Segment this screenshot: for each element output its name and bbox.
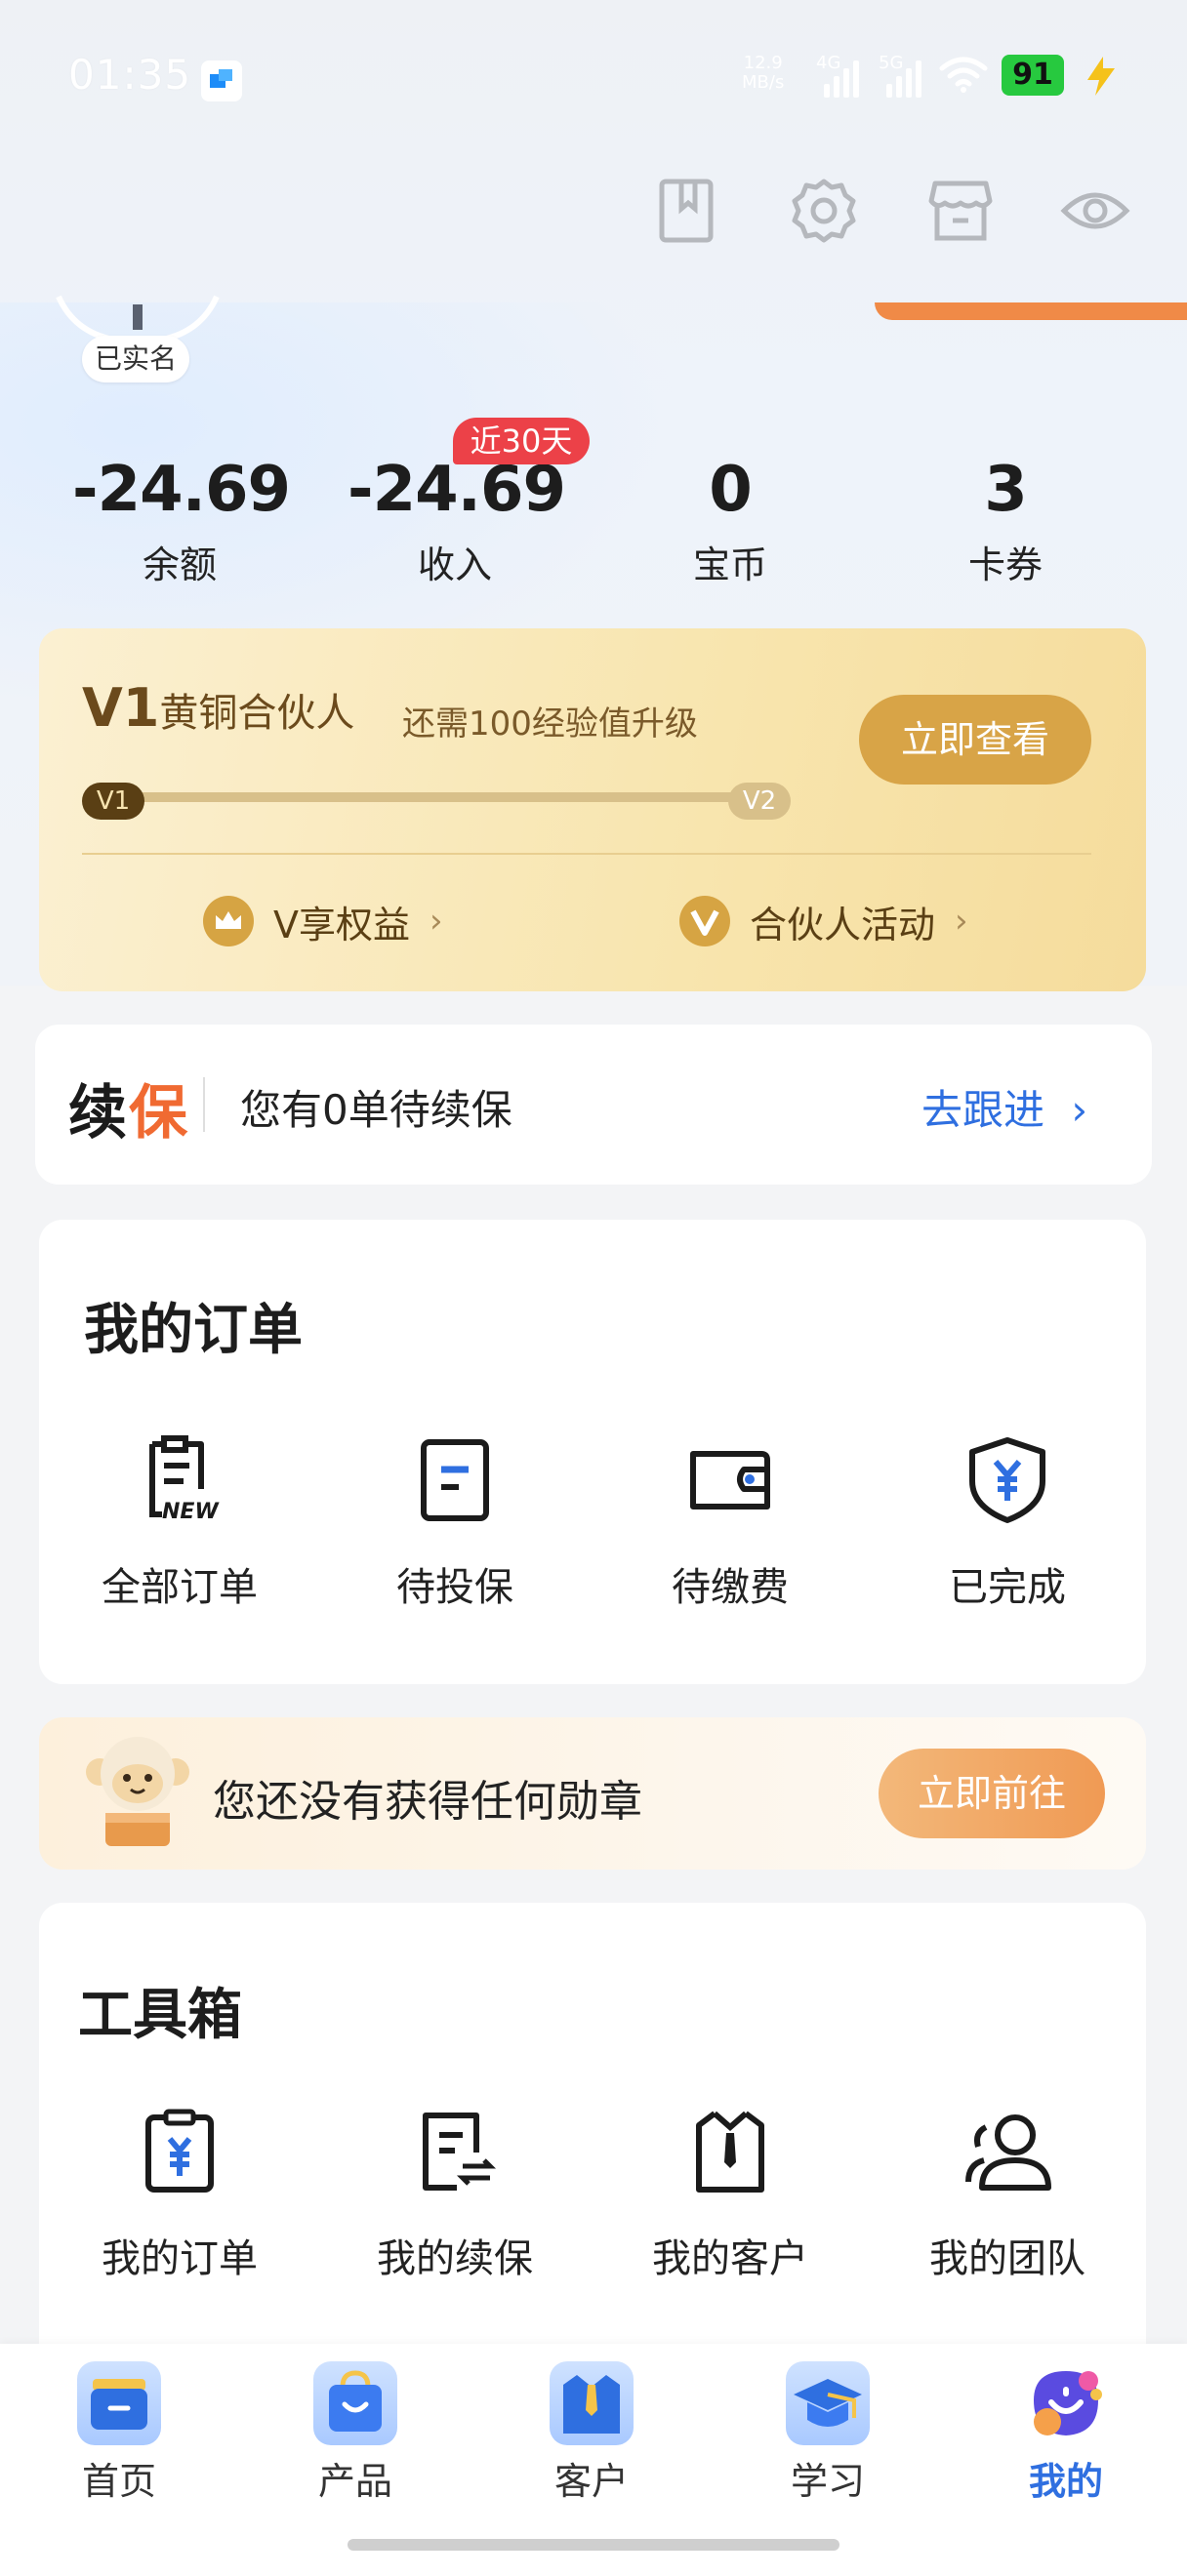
stat-balance[interactable]: -24.69 余额 xyxy=(72,451,291,588)
go-now-button[interactable]: 立即前往 xyxy=(879,1749,1105,1838)
nav-customers[interactable]: 客户 xyxy=(494,2361,689,2505)
renew-doc-icon xyxy=(408,2104,502,2197)
verified-badge: 已实名 xyxy=(82,336,189,382)
tool-my-team[interactable]: 我的团队 xyxy=(890,2104,1125,2283)
progress-end-label: V2 xyxy=(728,783,791,820)
store-icon[interactable] xyxy=(925,176,996,246)
partner-activity-link[interactable]: 合伙人活动 › xyxy=(679,892,968,950)
stat-income[interactable]: -24.69 收入 xyxy=(348,451,566,588)
v-coin-icon xyxy=(679,896,730,946)
renewal-divider xyxy=(203,1077,205,1132)
mine-face-icon xyxy=(1024,2361,1108,2445)
order-completed[interactable]: 已完成 xyxy=(890,1432,1125,1612)
level-progress-bar: V1 V2 xyxy=(82,783,791,820)
nav-learning[interactable]: 学习 xyxy=(730,2361,925,2505)
mascot-monkey-icon xyxy=(80,1733,195,1854)
order-pending-insure[interactable]: 待投保 xyxy=(338,1432,572,1612)
signal-5g-icon: 5G xyxy=(879,53,921,98)
toolbox-title: 工具箱 xyxy=(78,1984,242,2047)
order-all[interactable]: NEW 全部订单 xyxy=(62,1432,297,1612)
new-order-icon: NEW xyxy=(133,1432,226,1526)
level-card-divider xyxy=(82,853,1091,855)
nav-mine[interactable]: 我的 xyxy=(968,2361,1164,2505)
gear-icon[interactable] xyxy=(789,176,859,246)
renewal-text: 您有0单待续保 xyxy=(240,1086,512,1134)
shield-yen-icon xyxy=(961,1432,1054,1526)
eye-icon[interactable] xyxy=(1060,176,1130,246)
nav-products[interactable]: 产品 xyxy=(258,2361,453,2505)
renewal-logo: 续保 xyxy=(68,1079,189,1147)
customer-shirt-icon xyxy=(550,2361,634,2445)
shopping-bag-icon xyxy=(313,2361,397,2445)
tool-my-customers[interactable]: 我的客户 xyxy=(613,2104,847,2283)
team-icon xyxy=(961,2104,1054,2197)
v-benefits-link[interactable]: V享权益 › xyxy=(203,892,443,950)
notification-app-icon xyxy=(201,60,242,101)
tool-my-renewals[interactable]: 我的续保 xyxy=(338,2104,572,2283)
level-requirement: 还需100经验值升级 xyxy=(402,704,698,744)
stat-coins[interactable]: 0 宝币 xyxy=(623,451,838,588)
chevron-right-icon: › xyxy=(1071,1086,1088,1134)
home-icon xyxy=(77,2361,161,2445)
level-title: V1黄铜合伙人 xyxy=(82,677,355,739)
new-text: NEW xyxy=(162,1500,220,1524)
follow-up-link[interactable]: 去跟进 › xyxy=(921,1077,1087,1137)
doc-icon xyxy=(408,1432,502,1526)
battery-indicator: 91 xyxy=(1002,55,1064,96)
stat-coupons[interactable]: 3 卡券 xyxy=(898,451,1113,588)
crown-icon xyxy=(203,896,254,946)
customer-tie-icon xyxy=(683,2104,777,2197)
wallet-icon xyxy=(683,1432,777,1526)
status-time: 01:35 xyxy=(68,51,192,99)
orders-title: 我的订单 xyxy=(84,1299,303,1362)
clipboard-yen-icon xyxy=(133,2104,226,2197)
book-icon[interactable] xyxy=(652,176,722,246)
graduation-cap-icon xyxy=(786,2361,870,2445)
chevron-right-icon: › xyxy=(955,902,968,941)
tool-my-orders[interactable]: 我的订单 xyxy=(62,2104,297,2283)
chevron-right-icon: › xyxy=(430,902,443,941)
signal-4g-icon: 4G xyxy=(816,53,859,98)
charging-bolt-icon xyxy=(1082,55,1121,98)
wifi-icon xyxy=(939,55,988,94)
order-pending-pay[interactable]: 待缴费 xyxy=(613,1432,847,1612)
network-speed: 12.9 MB/s xyxy=(742,53,785,93)
progress-start-label: V1 xyxy=(82,783,144,820)
last-30-days-tag: 近30天 xyxy=(453,418,590,464)
view-now-button[interactable]: 立即查看 xyxy=(859,695,1091,785)
profile-card-edge xyxy=(875,302,1187,320)
home-indicator[interactable] xyxy=(348,2539,839,2551)
medal-text: 您还没有获得任何勋章 xyxy=(213,1777,642,1827)
nav-home[interactable]: 首页 xyxy=(21,2361,217,2505)
